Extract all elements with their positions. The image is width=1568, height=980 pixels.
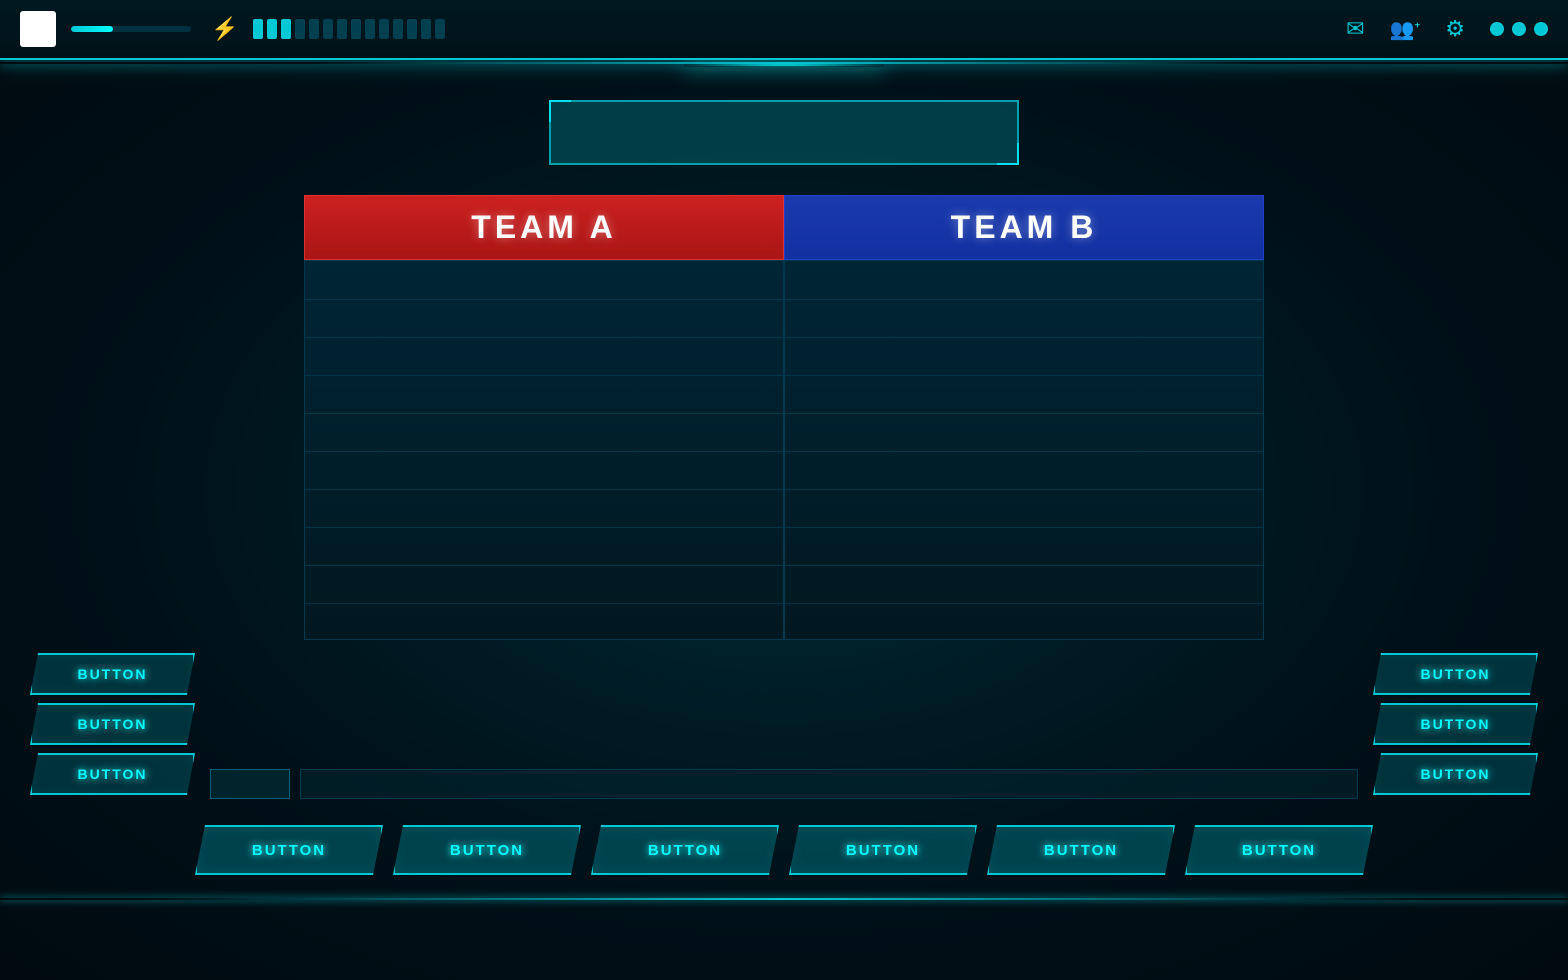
segment [253,19,263,39]
team-line [785,337,1263,338]
segment [309,19,319,39]
left-button-3[interactable]: BUTTON [30,753,195,795]
team-line [305,451,783,452]
team-line [305,603,783,604]
small-progress-bar [210,769,290,799]
team-line [785,413,1263,414]
segment [365,19,375,39]
team-line [785,375,1263,376]
mail-icon[interactable]: ✉ [1346,16,1364,42]
bottom-button-0[interactable]: BUTTON [195,825,383,875]
left-buttons: BUTTON BUTTON BUTTON [30,653,195,795]
team-b-label: TEAM B [951,209,1098,246]
team-line [305,413,783,414]
bottom-button-5[interactable]: BUTTON [1185,825,1373,875]
team-line [785,489,1263,490]
right-button-3[interactable]: BUTTON [1373,753,1538,795]
segment [295,19,305,39]
segment [421,19,431,39]
bottom-fill-bar [300,769,1358,799]
left-button-1[interactable]: BUTTON [30,653,195,695]
bottom-buttons-row: BUTTON BUTTON BUTTON BUTTON BUTTON BUTTO… [0,825,1568,875]
team-b-panel: TEAM B [784,195,1264,640]
segment [267,19,277,39]
team-line [305,299,783,300]
bottom-bar-row [210,763,1358,805]
topbar: ⚡ ✉ 👥+ ⚙ [0,0,1568,60]
lightning-icon: ⚡ [211,16,238,42]
team-line [785,603,1263,604]
team-a-lines [305,261,783,639]
team-line [785,299,1263,300]
bottom-button-2[interactable]: BUTTON [591,825,779,875]
right-button-1[interactable]: BUTTON [1373,653,1538,695]
topbar-icons: ✉ 👥+ ⚙ [1346,16,1548,42]
right-button-2[interactable]: BUTTON [1373,703,1538,745]
team-a-body [304,260,784,640]
segment [407,19,417,39]
team-line [785,565,1263,566]
bottom-button-3[interactable]: BUTTON [789,825,977,875]
segment [281,19,291,39]
segment-display [253,19,445,39]
team-line [785,527,1263,528]
team-a-header: TEAM A [304,195,784,260]
teams-container: TEAM A TEAM B [304,195,1264,640]
logo [20,11,56,47]
gear-icon[interactable]: ⚙ [1445,16,1465,42]
team-a-panel: TEAM A [304,195,784,640]
bottom-glow-line [0,898,1568,900]
team-line [305,565,783,566]
team-a-label: TEAM A [471,209,616,246]
dots-menu[interactable] [1490,22,1548,36]
team-line [305,375,783,376]
bottom-button-4[interactable]: BUTTON [987,825,1175,875]
segment [323,19,333,39]
title-box [549,100,1019,165]
team-line [305,337,783,338]
glow-divider [0,62,1568,64]
team-line [785,451,1263,452]
right-buttons: BUTTON BUTTON BUTTON [1373,653,1538,795]
dot-2 [1512,22,1526,36]
segment [379,19,389,39]
segment [435,19,445,39]
team-b-body [784,260,1264,640]
dot-3 [1534,22,1548,36]
team-b-header: TEAM B [784,195,1264,260]
progress-bar [71,26,191,32]
progress-fill [71,26,113,32]
segment [393,19,403,39]
left-button-2[interactable]: BUTTON [30,703,195,745]
team-b-lines [785,261,1263,639]
users-icon[interactable]: 👥+ [1390,17,1421,42]
team-line [305,527,783,528]
dot-1 [1490,22,1504,36]
segment [351,19,361,39]
bottom-button-1[interactable]: BUTTON [393,825,581,875]
team-line [305,489,783,490]
segment [337,19,347,39]
